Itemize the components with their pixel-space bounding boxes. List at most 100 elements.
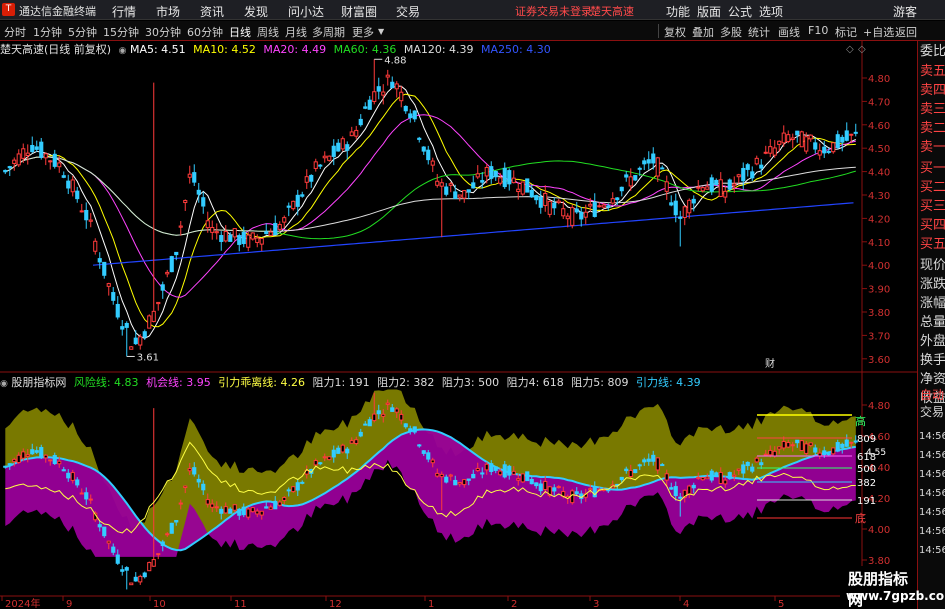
candle-body [255, 237, 260, 243]
x-axis-label: 12 [329, 599, 342, 609]
side-volume[interactable]: 总量 [920, 314, 945, 332]
ind-candle-body [660, 464, 665, 467]
side-weibi[interactable]: 委比 [920, 43, 945, 61]
ind-candle-body [498, 470, 503, 476]
tab-auto[interactable]: 自动 [920, 386, 945, 404]
side-buy5[interactable]: 买五 [920, 236, 945, 254]
ind-candle-body [736, 468, 741, 471]
side-sell5[interactable]: 卖五 [920, 63, 945, 81]
candle-body [498, 177, 503, 184]
collapse-arrow-icon[interactable]: ◉ [119, 46, 127, 56]
y-tick-label: 3.90 [868, 285, 890, 296]
candle-body [259, 237, 264, 245]
ind-candle-body [201, 483, 206, 491]
candle-body [138, 336, 143, 346]
side-pct[interactable]: 涨幅 [920, 295, 945, 313]
ind-candle-body [61, 469, 66, 472]
ind-candle-body [538, 483, 543, 492]
candle-body [844, 130, 849, 141]
ind-candle-body [358, 431, 363, 437]
candle-body [529, 189, 534, 198]
candle-body [84, 209, 89, 221]
ind-candle-body [678, 496, 683, 499]
candle-body [534, 195, 539, 201]
candle-body [201, 197, 206, 207]
x-axis-label: 9 [66, 599, 72, 609]
side-buy1[interactable]: 买一 [920, 160, 945, 178]
side-sell3[interactable]: 卖三 [920, 101, 945, 119]
candle-body [808, 134, 813, 140]
candle-body [277, 224, 282, 230]
pane-diamond-icon: ◇ [846, 44, 854, 55]
candle-body [426, 149, 431, 161]
candle-body [381, 91, 386, 96]
side-buy4[interactable]: 买四 [920, 217, 945, 235]
candle-body [174, 251, 179, 256]
ind-candle-body [106, 540, 111, 544]
candle-body [786, 134, 791, 143]
resistance-level-label: 191 [857, 496, 876, 507]
indicator-arrow-icon[interactable]: ◉ [0, 379, 8, 389]
side-sell2[interactable]: 卖二 [920, 120, 945, 138]
tick-time-4: 14:56 [919, 507, 945, 518]
candle-body [372, 91, 377, 102]
candle-body [241, 231, 246, 245]
candle-body [318, 164, 323, 167]
candle-body [322, 155, 327, 159]
ind-candle-body [493, 466, 498, 471]
side-buy2[interactable]: 买二 [920, 179, 945, 197]
candle-body [336, 142, 341, 152]
ind-candle-body [831, 447, 836, 455]
candle-body [723, 190, 728, 198]
side-outer[interactable]: 外盘 [920, 333, 945, 351]
ind-candle-body [475, 467, 480, 472]
ind-candle-body [439, 473, 444, 478]
candle-body [736, 174, 741, 178]
candle-body [511, 177, 516, 184]
side-buy3[interactable]: 买三 [920, 198, 945, 216]
ind-candle-body [349, 440, 354, 444]
candle-body [547, 200, 552, 215]
ind-candle-body [745, 461, 750, 467]
side-change[interactable]: 涨跌 [920, 276, 945, 294]
side-turnover[interactable]: 换手 [920, 352, 945, 370]
candle-body [493, 170, 498, 178]
candle-body [565, 215, 570, 220]
ind-candle-body [403, 423, 408, 428]
ind-candle-body [97, 524, 102, 528]
ind-candle-body [651, 454, 656, 462]
ind-candle-body [777, 446, 782, 450]
ind-candle-body [714, 472, 719, 477]
ind-candle-body [255, 510, 260, 515]
kline-chart[interactable]: 4.80 4.70 4.60 4.50 4.40 4.30 4.20 4.10 4.00 3.90… [0, 0, 945, 609]
candle-body [781, 132, 786, 144]
ind-candle-body [516, 478, 521, 481]
candle-body [795, 130, 800, 136]
candle-body [466, 189, 471, 193]
ind-candle-body [795, 439, 800, 444]
candle-body [237, 235, 242, 245]
candle-body [813, 142, 818, 150]
candle-body [583, 211, 588, 218]
side-sell1[interactable]: 卖一 [920, 139, 945, 157]
y-tick-label: 4.70 [868, 97, 890, 108]
y-tick-label: 4.40 [868, 168, 890, 179]
ind-candle-body [160, 541, 165, 547]
ind-candle-body [741, 464, 746, 474]
tab-trade[interactable]: 交易 [920, 403, 945, 421]
ind-candle-body [480, 472, 485, 475]
side-sell4[interactable]: 卖四 [920, 82, 945, 100]
ind-candle-body [237, 508, 242, 516]
ind-candle-body [628, 469, 633, 478]
ind-candle-body [331, 449, 336, 458]
ind-candle-body [534, 482, 539, 487]
candle-body [120, 326, 125, 330]
side-price[interactable]: 现价 [920, 257, 945, 275]
candle-body [147, 315, 152, 329]
ind-candle-body [750, 466, 755, 472]
candle-body [93, 240, 98, 252]
ind-candle-body [642, 459, 647, 463]
ind-candle-body [183, 485, 188, 488]
candle-body [561, 208, 566, 217]
ma20-value: MA20: 4.49 [263, 43, 327, 56]
